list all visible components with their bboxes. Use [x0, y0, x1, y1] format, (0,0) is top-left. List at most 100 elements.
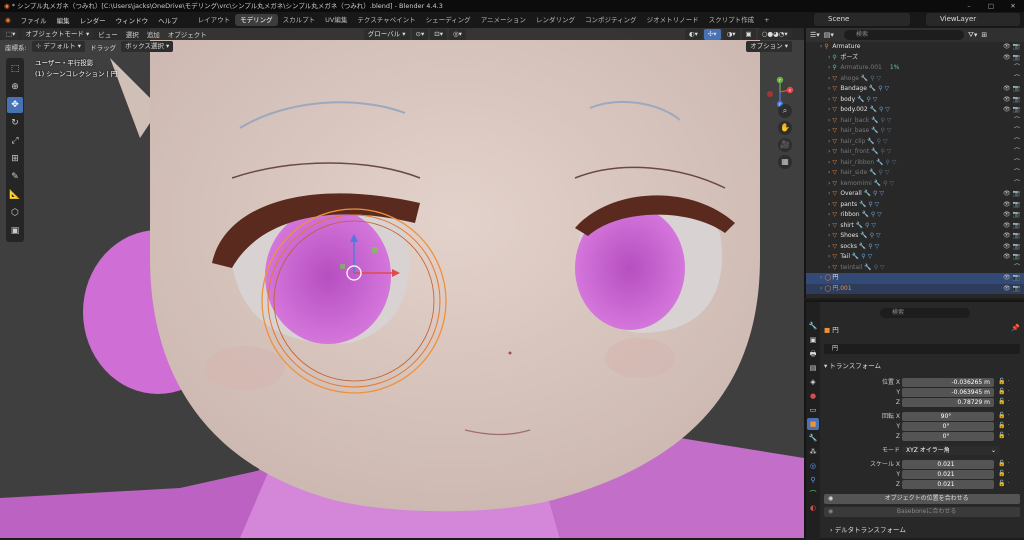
- visibility-eye-icon[interactable]: 👁 📷: [1003, 252, 1020, 263]
- outliner-row[interactable]: › ▽ kemomimi 🔧 ⚲ ▽ ⌒: [806, 179, 1024, 190]
- transform-tool-icon[interactable]: ⊞: [7, 151, 23, 167]
- location-x-field[interactable]: -0.036265 m: [902, 378, 994, 387]
- outliner-row[interactable]: › ▽ hair_clip 🔧 ⚲ ▽ ⌒: [806, 137, 1024, 148]
- object-name-field[interactable]: 円: [824, 344, 1020, 354]
- outliner-row[interactable]: › ▽ twintail 🔧 ⚲ ▽ ⌒: [806, 263, 1024, 274]
- navigation-gizmo[interactable]: X Y Z: [762, 70, 798, 130]
- scale-tool-icon[interactable]: ⤢: [7, 133, 23, 149]
- scene-tab-icon[interactable]: ◈: [807, 376, 819, 388]
- tab-compositing[interactable]: コンポジティング: [580, 14, 642, 26]
- visibility-eye-icon[interactable]: ⌒: [1014, 168, 1020, 179]
- lock-location-y-icon[interactable]: 🔓 ·: [998, 388, 1009, 395]
- filter-icon[interactable]: ⛛▾: [968, 31, 977, 40]
- overlay-toggle[interactable]: ◑▾: [722, 28, 740, 40]
- render-tab-icon[interactable]: ▣: [807, 334, 819, 346]
- outliner-row[interactable]: › ▽ hair_base 🔧 ⚲ ▽ ⌒: [806, 126, 1024, 137]
- constraints-tab-icon[interactable]: ⚲: [807, 474, 819, 486]
- lock-scale-x-icon[interactable]: 🔓 ·: [998, 460, 1009, 467]
- visibility-eye-icon[interactable]: ⌒: [1014, 158, 1020, 169]
- visibility-eye-icon[interactable]: ⌒: [1014, 179, 1020, 190]
- match-bone-button[interactable]: ◉ Baseboneに合わせる: [824, 507, 1020, 517]
- delta-transform-section-header[interactable]: › デルタトランスフォーム: [830, 524, 906, 534]
- tab-geometry-nodes[interactable]: ジオメトリノード: [642, 14, 704, 26]
- rotation-mode-select[interactable]: XYZ オイラー角 ⌄: [902, 446, 1000, 455]
- tool-tab-icon[interactable]: 🔧: [807, 320, 819, 332]
- physics-tab-icon[interactable]: ◎: [807, 460, 819, 472]
- xray-toggle[interactable]: ▣: [741, 28, 756, 40]
- menu-select[interactable]: 選択: [123, 29, 142, 39]
- tab-layout[interactable]: レイアウト: [193, 14, 236, 26]
- outliner-editor-icon[interactable]: ☰▾: [810, 31, 820, 39]
- location-y-field[interactable]: -0.063945 m: [902, 388, 994, 397]
- lock-rotation-z-icon[interactable]: 🔓 ·: [998, 432, 1009, 439]
- options-button[interactable]: オプション ▾: [746, 41, 792, 52]
- lock-scale-y-icon[interactable]: 🔓 ·: [998, 470, 1009, 477]
- menu-edit[interactable]: 編集: [52, 15, 75, 25]
- particles-tab-icon[interactable]: ⁂: [807, 446, 819, 458]
- select-tool-icon[interactable]: ⬚: [7, 61, 23, 77]
- maximize-button[interactable]: □: [980, 0, 1002, 12]
- outliner-row[interactable]: › ▽ body.002 🔧 ⚲ ▽ 👁 📷: [806, 105, 1024, 116]
- visibility-eye-icon[interactable]: 👁 📷: [1003, 53, 1020, 64]
- visibility-eye-icon[interactable]: 👁 📷: [1003, 84, 1020, 95]
- outliner-row[interactable]: › ⚲ ポーズ 👁 📷: [806, 53, 1024, 64]
- zoom-view-icon[interactable]: ⌕: [778, 104, 792, 118]
- outliner-search-input[interactable]: 検索: [843, 30, 964, 40]
- menu-add[interactable]: 追加: [144, 29, 163, 39]
- annotate-tool-icon[interactable]: ✎: [7, 169, 23, 185]
- collection-tab-icon[interactable]: ▭: [807, 404, 819, 416]
- transform-section-header[interactable]: ▾ トランスフォーム: [824, 360, 881, 370]
- outliner-row[interactable]: › ⚲ Armature 👁 📷: [806, 42, 1024, 53]
- outliner-row[interactable]: › ▽ pants 🔧 ⚲ ▽ 👁 📷: [806, 200, 1024, 211]
- visibility-eye-icon[interactable]: 👁 📷: [1003, 242, 1020, 253]
- visibility-eye-icon[interactable]: 👁 📷: [1003, 231, 1020, 242]
- properties-search-input[interactable]: 検索: [880, 308, 970, 318]
- gizmo-toggle[interactable]: ✣▾: [703, 28, 721, 40]
- object-tab-icon[interactable]: ■: [807, 418, 819, 430]
- visibility-eye-icon[interactable]: ⌒: [1014, 74, 1020, 85]
- scale-y-field[interactable]: 0.021: [902, 470, 994, 479]
- outliner-row[interactable]: › ⚲ Armature.001 1% ⌒: [806, 63, 1024, 74]
- outliner-row[interactable]: › ▽ ahoge 🔧 ⚲ ▽ ⌒: [806, 74, 1024, 85]
- visibility-eye-icon[interactable]: ⌒: [1014, 63, 1020, 74]
- scene-selector[interactable]: Scene: [814, 13, 910, 26]
- measure-tool-icon[interactable]: 📐: [7, 187, 23, 203]
- outliner-row[interactable]: › ▽ Shoes 🔧 ⚲ ▽ 👁 📷: [806, 231, 1024, 242]
- camera-view-icon[interactable]: 🎥: [778, 138, 792, 152]
- outliner-row[interactable]: › ▽ Tail 🔧 ⚲ ▽ 👁 📷: [806, 252, 1024, 263]
- tab-texture-paint[interactable]: テクスチャペイント: [352, 14, 420, 26]
- lock-rotation-y-icon[interactable]: 🔓 ·: [998, 422, 1009, 429]
- lock-location-z-icon[interactable]: 🔓 ·: [998, 398, 1009, 405]
- visibility-eye-icon[interactable]: ⌒: [1014, 137, 1020, 148]
- visibility-eye-icon[interactable]: ⌒: [1014, 126, 1020, 137]
- snap-toggle[interactable]: ⊡▾: [430, 28, 447, 40]
- cursor-tool-icon[interactable]: ⊕: [7, 79, 23, 95]
- menu-render[interactable]: レンダー: [75, 15, 111, 25]
- view-layer-selector[interactable]: ViewLayer: [926, 13, 1020, 26]
- proportional-edit-toggle[interactable]: ◎▾: [448, 28, 466, 40]
- tab-sculpt[interactable]: スカルプト: [278, 14, 321, 26]
- outliner-row[interactable]: › ▽ shirt 🔧 ⚲ ▽ 👁 📷: [806, 221, 1024, 232]
- visibility-eye-icon[interactable]: 👁 📷: [1003, 200, 1020, 211]
- outliner-row[interactable]: › ▽ hair_back 🔧 ⚲ ▽ ⌒: [806, 116, 1024, 127]
- visibility-eye-icon[interactable]: ⌒: [1014, 263, 1020, 274]
- menu-window[interactable]: ウィンドウ: [111, 15, 154, 25]
- 3d-viewport[interactable]: ⬚▾ オブジェクトモード ▾ ビュー 選択 追加 オブジェクト グローバル ▾ …: [0, 28, 804, 538]
- add-object-tool-icon[interactable]: ▣: [7, 223, 23, 239]
- mode-selector[interactable]: オブジェクトモード ▾: [21, 28, 94, 40]
- menu-object[interactable]: オブジェクト: [165, 29, 210, 39]
- shading-modes[interactable]: ○●◕◔▾: [757, 28, 792, 40]
- scale-z-field[interactable]: 0.021: [902, 480, 994, 489]
- outliner-row[interactable]: › ▽ hair_side 🔧 ⚲ ▽ ⌒: [806, 168, 1024, 179]
- pin-icon[interactable]: 📌: [1011, 324, 1020, 332]
- orientation-selector[interactable]: グローバル ▾: [363, 28, 410, 40]
- pan-view-icon[interactable]: ✋: [778, 121, 792, 135]
- visibility-eye-icon[interactable]: 👁 📷: [1003, 189, 1020, 200]
- close-button[interactable]: ✕: [1002, 0, 1024, 12]
- outliner-row[interactable]: › ▽ ribbon 🔧 ⚲ ▽ 👁 📷: [806, 210, 1024, 221]
- visibility-eye-icon[interactable]: 👁 📷: [1003, 284, 1020, 295]
- tab-scripting[interactable]: スクリプト作成: [704, 14, 760, 26]
- view-layer-tab-icon[interactable]: ▤: [807, 362, 819, 374]
- lock-scale-z-icon[interactable]: 🔓 ·: [998, 480, 1009, 487]
- tab-animation[interactable]: アニメーション: [476, 14, 531, 26]
